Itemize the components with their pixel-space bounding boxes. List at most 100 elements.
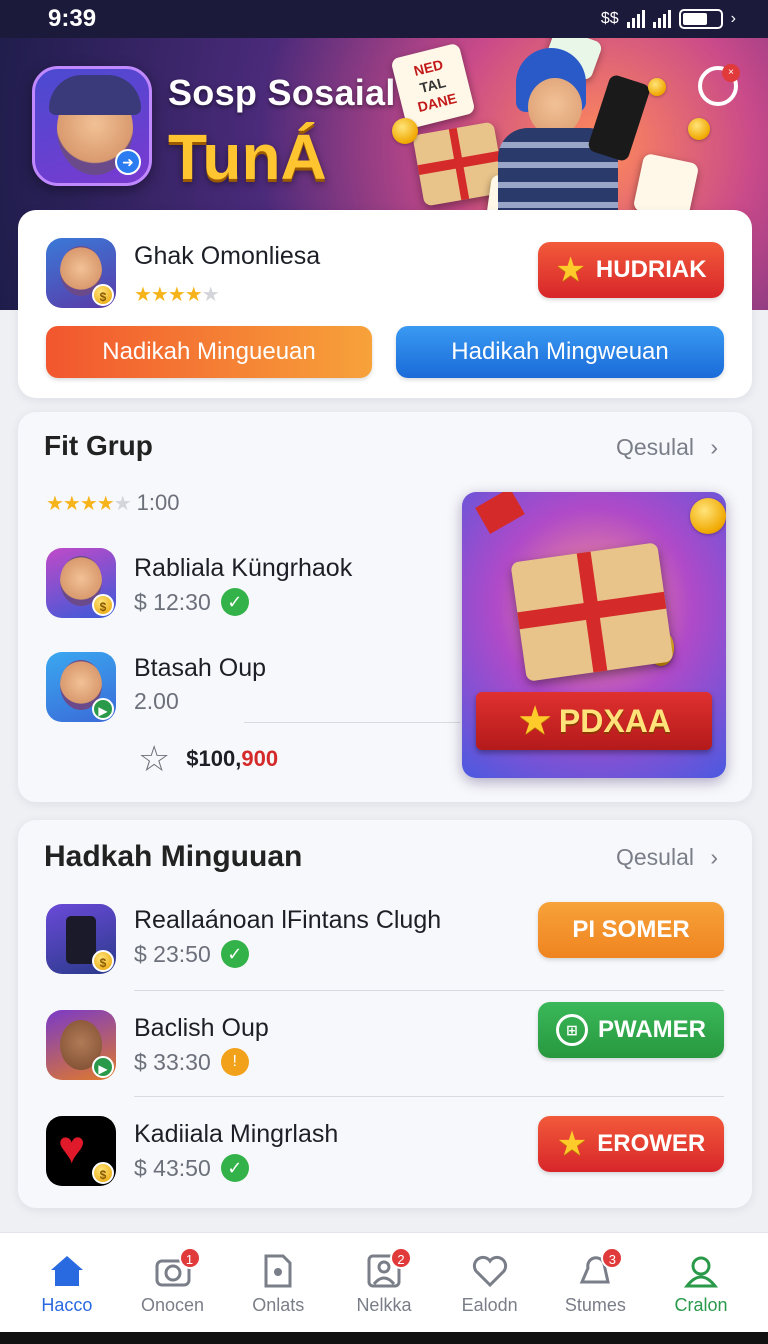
featured-app-icon[interactable]: $ [46,238,116,308]
play-badge-icon: ▶ [92,698,114,720]
gamepad-icon: ⊞ [556,1014,588,1046]
list-item-icon[interactable]: $ [46,548,116,618]
pi-somer-button[interactable]: PI SOMER [538,902,724,958]
coin-icon [688,118,710,140]
signal-icon [626,10,645,28]
hadkah-card: Hadkah Minguuan Qesulal › $ Reallaánoan … [18,820,752,1208]
star-icon: ★ [517,699,553,743]
nadikah-button[interactable]: Nadikah Mingueuan [46,326,372,378]
rating-stars: ★★★★★ [134,284,220,306]
featured-name: Ghak Omonliesa [134,242,321,270]
wifi-icon [652,10,671,28]
divider [244,722,460,723]
home-indicator [0,1332,768,1344]
nav-item-nelkka[interactable]: 2 Nelkka [334,1233,434,1344]
pwamer-button[interactable]: ⊞ PWAMER [538,1002,724,1058]
price-row: ☆ $100,900 [138,738,278,780]
star-icon: ★ [555,251,586,289]
notification-dot: × [722,64,740,82]
list-item-icon[interactable]: ▶ [46,652,116,722]
check-icon: ✓ [220,588,249,616]
list-item-title: Baclish Oup [134,1014,269,1042]
section-title: Hadkah Minguuan [44,840,303,873]
list-item-sub: $ 12:30 ✓ [134,588,249,616]
ribbon-piece [475,492,525,534]
nav-item-home[interactable]: Hacco [17,1233,117,1344]
see-all-label: Qesulal [616,434,694,460]
star-icon: ★ [556,1125,588,1163]
star-outline-icon[interactable]: ☆ [138,738,170,780]
play-badge-icon: ▶ [92,1056,114,1078]
home-icon [49,1253,85,1289]
nav-badge: 3 [601,1247,624,1269]
nav-item-onlats[interactable]: Onlats [228,1233,328,1344]
phone-icon [586,73,652,163]
nav-label: Onocen [141,1295,205,1315]
coin-badge-icon: $ [92,594,114,616]
chevron-right-icon: › [710,434,719,460]
status-extra-icon: $$ [600,10,619,27]
hadikah-button-label: Hadikah Mingweuan [451,338,669,365]
profile-icon: 2 [366,1247,412,1289]
nav-label: Ealodn [461,1295,518,1315]
coin-icon [648,78,666,96]
list-item-title: Rabliala Küngrhaok [134,554,353,582]
nav-item-ealodn[interactable]: Ealodn [440,1233,540,1344]
hudriak-button[interactable]: ★ HUDRIAK [538,242,724,298]
check-icon: ✓ [220,940,249,968]
see-all-label: Qesulal [616,844,694,870]
coin-icon [392,118,418,144]
status-icons: $$ › [601,9,736,29]
coin-badge-icon: $ [92,1162,114,1184]
list-item-icon[interactable]: ▶ [46,1010,116,1080]
rating-stars: ★★★★★ [46,492,132,515]
divider [134,1096,724,1097]
nav-item-cralon[interactable]: Cralon [651,1233,751,1344]
nav-label: Cralon [674,1295,728,1315]
price-prefix: $100, [186,746,242,771]
chat-refresh-icon[interactable]: × [698,64,740,106]
coin-badge-icon: $ [92,284,114,306]
hero-app-icon[interactable]: ➜ [32,66,152,186]
see-all-link[interactable]: Qesulal › [616,434,718,461]
nav-label: Stumes [564,1295,626,1315]
promo-ribbon: ★ PDXAA [476,692,712,750]
nav-label: Nelkka [356,1295,412,1315]
nav-badge: 1 [178,1247,201,1269]
list-item-sub: $ 23:50 ✓ [134,940,249,968]
button-label: PWAMER [598,1016,706,1043]
hero-title: Sosp Sosaial [168,72,396,113]
nav-item-onocen[interactable]: 1 Onocen [123,1233,223,1344]
nav-label: Hacco [41,1295,93,1315]
coin-icon [690,498,726,534]
bottom-nav: Hacco 1 Onocen Onlats 2 Nelkka Ealodn 3 … [0,1232,768,1344]
list-item-icon[interactable]: ♥ $ [46,1116,116,1186]
button-label: EROWER [597,1130,706,1157]
list-item-icon[interactable]: $ [46,904,116,974]
promo-banner[interactable]: ★ PDXAA [462,492,726,778]
list-item-sub: $ 33:30 ! [134,1048,249,1076]
battery-icon [678,9,723,29]
see-all-link[interactable]: Qesulal › [616,844,718,871]
arrow-badge-icon: ➜ [115,149,141,175]
list-item-title: Kadiiala Mingrlash [134,1120,339,1148]
promo-label: PDXAA [558,702,671,739]
list-item-price: $ 33:30 [134,1048,211,1075]
list-item-title: Btasah Oup [134,654,267,682]
status-time: 9:39 [48,5,97,32]
price-suffix: 900 [241,746,279,771]
hadikah-button[interactable]: Hadikah Mingweuan [396,326,724,378]
price-value: $100,900 [186,746,278,772]
featured-card: $ Ghak Omonliesa ★★★★★ ★ HUDRIAK Nadikah… [18,210,752,398]
chevron-right-icon: › [730,10,736,27]
list-item-title: Reallaánoan lFintans Clugh [134,906,442,934]
nadikah-button-label: Nadikah Mingueuan [102,338,316,365]
erower-button[interactable]: ★ EROWER [538,1116,724,1172]
bell-icon: 3 [577,1247,624,1289]
hudriak-button-label: HUDRIAK [595,256,707,283]
list-item-sub: 2.00 [134,688,179,715]
nav-item-stumes[interactable]: 3 Stumes [545,1233,645,1344]
nav-badge: 2 [389,1247,412,1269]
fit-group-card: Fit Grup Qesulal › ★★★★★ 1:00 $ Rabliala… [18,412,752,802]
divider [134,990,724,991]
